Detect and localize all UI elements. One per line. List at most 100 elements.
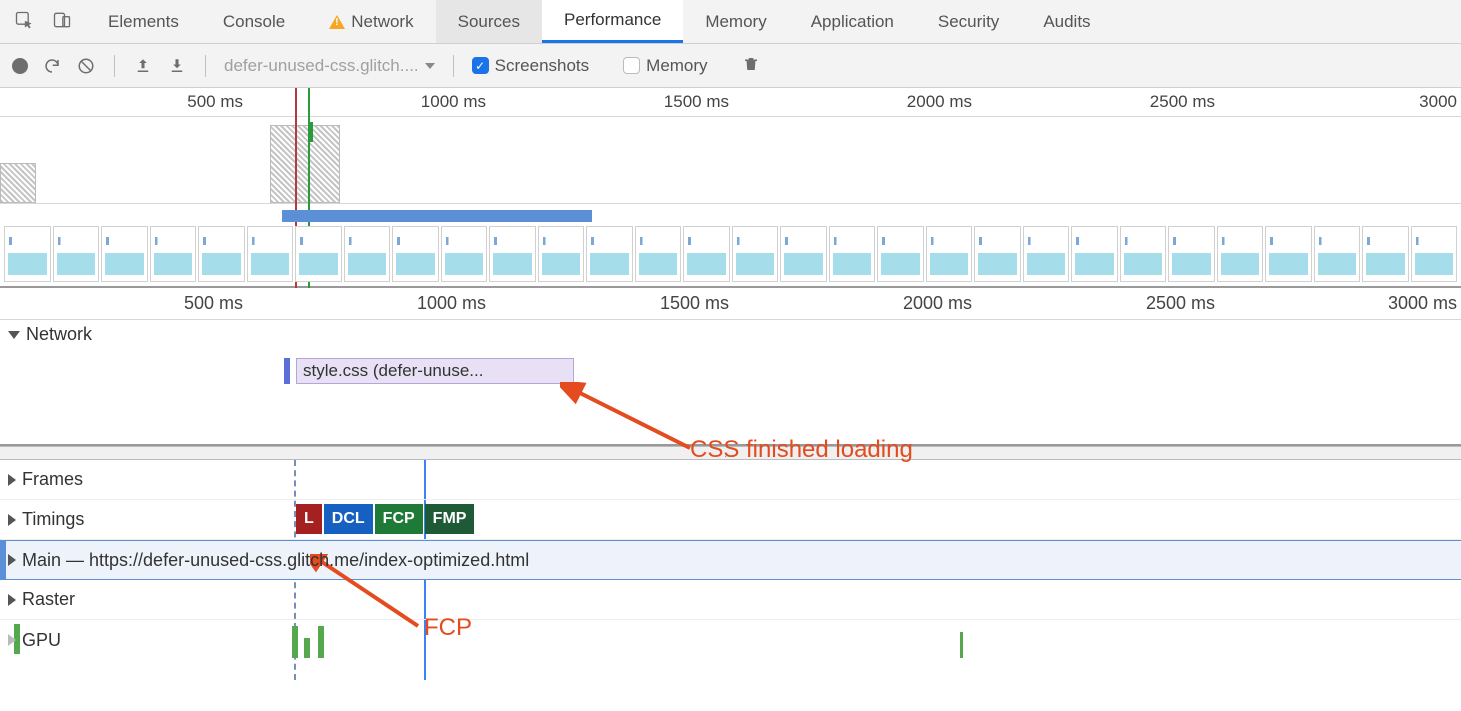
triangle-right-icon [8,594,16,606]
screenshot-thumb[interactable] [926,226,973,282]
screenshot-thumb[interactable] [1411,226,1458,282]
memory-label: Memory [646,56,707,76]
screenshot-thumb[interactable] [1120,226,1167,282]
screenshot-thumb[interactable] [877,226,924,282]
screenshot-thumb[interactable] [53,226,100,282]
chevron-down-icon [425,63,435,69]
screenshot-thumb[interactable] [247,226,294,282]
screenshot-thumb[interactable] [1023,226,1070,282]
toolbar-divider [114,55,115,77]
toggle-device-icon[interactable] [52,10,72,34]
reload-icon[interactable] [42,56,62,76]
screenshot-thumb[interactable] [1362,226,1409,282]
network-header[interactable]: Network [0,320,100,349]
clear-icon[interactable] [76,56,96,76]
timing-badge-fmp[interactable]: FMP [425,504,475,534]
screenshot-thumb[interactable] [683,226,730,282]
main-track[interactable]: Main — https://defer-unused-css.glitch.m… [0,540,1461,580]
network-request-label: style.css (defer-unuse... [303,361,483,380]
screenshot-thumb[interactable] [538,226,585,282]
overview-ruler: 500 ms 1000 ms 1500 ms 2000 ms 2500 ms 3… [0,88,1461,116]
timing-badge-fcp[interactable]: FCP [375,504,423,534]
screenshot-thumb[interactable] [344,226,391,282]
gpu-track[interactable]: GPU [0,620,1461,660]
tab-memory[interactable]: Memory [683,0,788,43]
memory-checkbox[interactable]: Memory [623,56,707,76]
screenshot-thumb[interactable] [1217,226,1264,282]
upload-icon[interactable] [133,56,153,76]
frames-label: Frames [22,469,83,490]
screenshot-thumb[interactable] [441,226,488,282]
tab-performance[interactable]: Performance [542,0,683,43]
screenshot-thumb[interactable] [150,226,197,282]
screenshots-checkbox[interactable]: ✓ Screenshots [472,56,590,76]
screenshot-thumb[interactable] [4,226,51,282]
tab-sources[interactable]: Sources [436,0,542,43]
screenshot-thumb[interactable] [635,226,682,282]
toolbar-divider [453,55,454,77]
timing-badge-l[interactable]: L [296,504,322,534]
ruler-tick: 3000 [1419,92,1457,112]
ruler-tick: 1000 ms [421,92,486,112]
ruler-tick: 1000 ms [417,293,486,314]
triangle-right-icon [8,514,16,526]
ruler-tick: 1500 ms [660,293,729,314]
tab-network[interactable]: Network [307,0,435,43]
record-button[interactable] [12,58,28,74]
screenshot-thumb[interactable] [1314,226,1361,282]
timing-badge-dcl[interactable]: DCL [324,504,373,534]
gpu-activity [292,626,298,658]
gpu-activity [304,638,310,658]
checkbox-unchecked-icon [623,57,640,74]
raster-track[interactable]: Raster [0,580,1461,620]
inspect-element-icon[interactable] [14,10,34,34]
ruler-tick: 1500 ms [664,92,729,112]
recording-select-label: defer-unused-css.glitch.... [224,56,419,76]
selection-range[interactable] [282,210,592,222]
timings-track[interactable]: Timings L DCL FCP FMP [0,500,1461,540]
event-marker [310,122,313,142]
timings-label: Timings [22,509,84,530]
screenshot-thumb[interactable] [101,226,148,282]
detail-ruler: 500 ms 1000 ms 1500 ms 2000 ms 2500 ms 3… [0,288,1461,320]
screenshot-thumb[interactable] [829,226,876,282]
splitter-handle[interactable]: … [0,446,1461,460]
raster-label: Raster [22,589,75,610]
network-label: Network [26,324,92,345]
tab-elements[interactable]: Elements [86,0,201,43]
screenshot-thumb[interactable] [974,226,1021,282]
triangle-right-icon [8,554,16,566]
triangle-down-icon [8,331,20,339]
screenshot-thumb[interactable] [780,226,827,282]
network-request-stylecss[interactable]: style.css (defer-unuse... [296,358,574,384]
ruler-tick: 500 ms [184,293,243,314]
trash-icon[interactable] [742,55,760,77]
tab-security[interactable]: Security [916,0,1021,43]
network-track[interactable]: Network style.css (defer-unuse... [0,320,1461,446]
screenshot-thumb[interactable] [1168,226,1215,282]
recording-select[interactable]: defer-unused-css.glitch.... [224,56,435,76]
screenshot-thumb[interactable] [586,226,633,282]
screenshots-label: Screenshots [495,56,590,76]
screenshot-thumb[interactable] [489,226,536,282]
screenshot-thumb[interactable] [1071,226,1118,282]
tab-application[interactable]: Application [789,0,916,43]
filmstrip [4,226,1457,282]
tab-network-label: Network [351,12,413,32]
screenshot-thumb[interactable] [392,226,439,282]
screenshot-thumb[interactable] [198,226,245,282]
ruler-tick: 3000 ms [1388,293,1457,314]
screenshot-thumb[interactable] [732,226,779,282]
screenshot-thumb[interactable] [1265,226,1312,282]
frames-track[interactable]: Frames [0,460,1461,500]
main-label: Main — https://defer-unused-css.glitch.m… [22,550,529,571]
screenshot-thumb[interactable] [295,226,342,282]
tab-console[interactable]: Console [201,0,307,43]
overview-pane[interactable]: 500 ms 1000 ms 1500 ms 2000 ms 2500 ms 3… [0,88,1461,288]
ruler-tick: 2000 ms [907,92,972,112]
ruler-tick: 2500 ms [1146,293,1215,314]
download-icon[interactable] [167,56,187,76]
ruler-tick: 500 ms [187,92,243,112]
tab-audits[interactable]: Audits [1021,0,1112,43]
warning-icon [329,15,345,29]
